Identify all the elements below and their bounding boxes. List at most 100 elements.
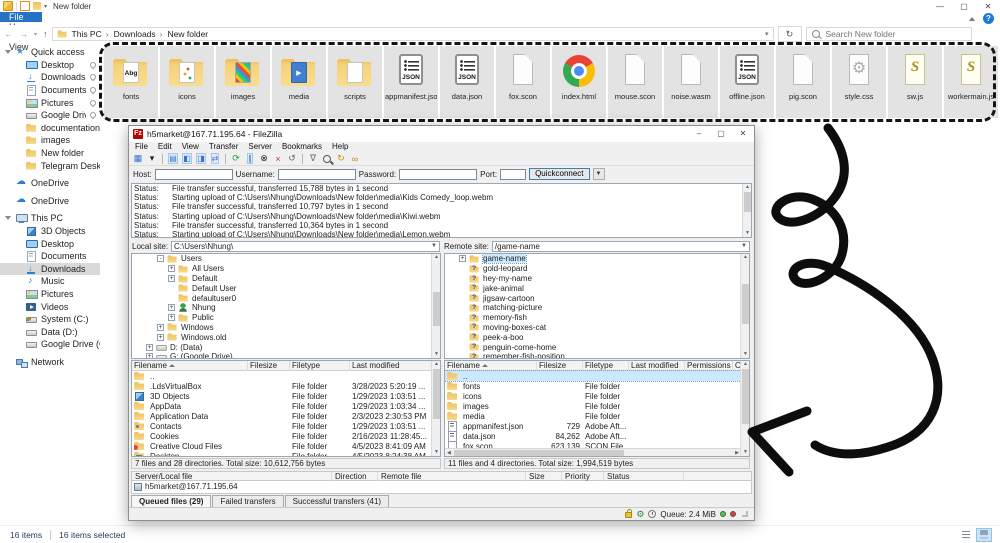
customize-toolbar-chevron-icon[interactable]: ▾ <box>44 3 47 10</box>
remote-file-row[interactable]: icons File folder <box>445 391 749 401</box>
quickconnect-dropdown[interactable]: ▼ <box>593 168 605 180</box>
file-tile[interactable]: sw.js <box>888 46 942 118</box>
file-tile[interactable]: index.html <box>552 46 606 118</box>
filter-icon[interactable]: ∇ <box>307 153 319 165</box>
local-file-row[interactable]: Application Data File folder 2/3/2023 2:… <box>132 411 440 421</box>
collapse-ribbon-icon[interactable] <box>969 17 975 21</box>
remote-file-row[interactable]: .. <box>445 371 749 381</box>
local-file-row[interactable]: 3D Objects File folder 1/29/2023 1:03:51… <box>132 391 440 401</box>
local-file-row[interactable]: .. <box>132 371 440 381</box>
quickconnect-button[interactable]: Quickconnect <box>529 168 589 180</box>
toolbar-icon[interactable] <box>162 154 163 164</box>
file-tile[interactable]: fox.scon <box>496 46 550 118</box>
reconnect-icon[interactable]: ↺ <box>286 153 298 165</box>
file-tile[interactable]: icons <box>160 46 214 118</box>
menu-item[interactable]: Transfer <box>205 142 243 152</box>
tree-expander[interactable]: + <box>168 265 175 272</box>
menu-item[interactable]: Help <box>328 142 352 152</box>
file-tile[interactable]: appmanifest.json <box>384 46 438 118</box>
breadcrumb-item[interactable]: Downloads <box>104 29 158 39</box>
directory-compare-icon[interactable]: ⇄ <box>209 153 221 165</box>
remote-tree-item[interactable]: + game-name <box>445 254 749 264</box>
remote-tree-item[interactable]: remember-fish-position <box>445 352 749 359</box>
toggle-remote-tree-icon[interactable]: ◨ <box>195 153 207 165</box>
host-input[interactable] <box>155 169 233 180</box>
tree-expander[interactable]: + <box>157 324 164 331</box>
refresh-button[interactable]: ↻ <box>778 26 802 42</box>
file-tile[interactable]: media <box>272 46 326 118</box>
tree-expander[interactable]: - <box>157 255 164 262</box>
remote-tree-item[interactable]: penguin-come-home <box>445 342 749 352</box>
sidebar-item[interactable]: Quick access <box>0 46 100 59</box>
tree-expander[interactable]: + <box>168 275 175 282</box>
remote-tree-item[interactable]: jake-animal <box>445 283 749 293</box>
sidebar-item[interactable]: Documents <box>0 84 100 97</box>
resize-grip[interactable] <box>742 511 748 517</box>
local-file-row[interactable]: Creative Cloud Files File folder 4/5/202… <box>132 441 440 451</box>
local-list-scrollbar[interactable]: ▲▼ <box>431 361 440 456</box>
tree-expander[interactable]: + <box>459 255 466 262</box>
sidebar-item[interactable]: Google Drive (G:) <box>0 109 100 122</box>
remote-tree-item[interactable]: hey-my-name <box>445 274 749 284</box>
toggle-local-tree-icon[interactable]: ◧ <box>181 153 193 165</box>
properties-icon[interactable] <box>20 1 30 11</box>
remote-tree-item[interactable]: moving-boxes-cat <box>445 323 749 333</box>
local-tree-item[interactable]: + Windows.old <box>132 332 440 342</box>
sidebar-item[interactable]: Desktop <box>0 59 100 72</box>
fz-close-button[interactable]: ✕ <box>732 126 754 142</box>
find-files-icon[interactable]: ∞ <box>349 153 361 165</box>
remote-list-hscrollbar[interactable]: ◀ ▶ <box>445 448 741 456</box>
local-tree-item[interactable]: + D: (Data) <box>132 342 440 352</box>
sidebar-item[interactable]: OneDrive <box>0 177 100 190</box>
remote-tree-item[interactable]: peek-a-boo <box>445 332 749 342</box>
local-tree-scrollbar[interactable]: ▲▼ <box>431 254 440 358</box>
sidebar-item[interactable]: Telegram Desktop <box>0 159 100 172</box>
breadcrumb-item[interactable]: New folder <box>158 29 210 39</box>
cancel-icon[interactable]: ⊗ <box>258 153 270 165</box>
disconnect-icon[interactable]: × <box>272 153 284 165</box>
file-tile[interactable]: pig.scon <box>776 46 830 118</box>
site-manager-dropdown[interactable]: ▾ <box>146 153 158 165</box>
local-site-select[interactable]: C:\Users\Nhung\ ▼ <box>171 241 440 252</box>
local-tree-item[interactable]: + G: (Google Drive) <box>132 352 440 359</box>
sidebar-item[interactable]: OneDrive <box>0 195 100 208</box>
remote-file-row[interactable]: data.json 84,262 Adobe Aft... <box>445 431 749 441</box>
refresh-icon[interactable]: ⟳ <box>230 153 242 165</box>
file-tile[interactable]: images <box>216 46 270 118</box>
site-manager-icon[interactable]: ▦ <box>132 153 144 165</box>
menu-item[interactable]: File <box>131 142 152 152</box>
sidebar-item[interactable]: Videos <box>0 300 100 313</box>
menu-item[interactable]: Bookmarks <box>278 142 326 152</box>
sidebar-item[interactable]: images <box>0 134 100 147</box>
file-tile[interactable]: scripts <box>328 46 382 118</box>
remote-tree-scrollbar[interactable]: ▲▼ <box>740 254 749 358</box>
forward-button[interactable]: → <box>19 29 28 39</box>
remote-file-row[interactable]: media File folder <box>445 411 749 421</box>
fz-minimize-button[interactable]: – <box>688 126 710 142</box>
local-file-row[interactable]: Contacts File folder 1/29/2023 1:03:51 .… <box>132 421 440 431</box>
breadcrumb[interactable]: This PCDownloadsNew folder ▾ <box>52 27 774 41</box>
toolbar-icon[interactable] <box>302 154 303 164</box>
breadcrumb-item[interactable]: This PC <box>70 29 104 39</box>
local-file-row[interactable]: AppData File folder 1/29/2023 1:03:34 ..… <box>132 401 440 411</box>
sidebar-item[interactable]: New folder <box>0 147 100 160</box>
sidebar-item[interactable]: 3D Objects <box>0 225 100 238</box>
remote-tree-item[interactable]: jigsaw-cartoon <box>445 293 749 303</box>
fz-maximize-button[interactable]: ▢ <box>710 126 732 142</box>
local-tree-item[interactable]: defaultuser0 <box>132 293 440 303</box>
tree-expander[interactable]: + <box>168 304 175 311</box>
local-tree-item[interactable]: + Default <box>132 274 440 284</box>
menu-item[interactable]: Server <box>244 142 276 152</box>
sidebar-item[interactable]: Downloads <box>0 263 100 276</box>
new-folder-icon[interactable] <box>33 2 41 10</box>
ribbon-tab[interactable]: File <box>0 12 42 22</box>
file-tile[interactable]: style.css <box>832 46 886 118</box>
local-tree-item[interactable]: + All Users <box>132 264 440 274</box>
toggle-log-icon[interactable]: ▤ <box>167 153 179 165</box>
password-input[interactable] <box>399 169 477 180</box>
close-button[interactable]: ✕ <box>976 1 1000 12</box>
sync-browsing-icon[interactable]: ↻ <box>335 153 347 165</box>
local-file-row[interactable]: Cookies File folder 2/16/2023 11:28:45..… <box>132 431 440 441</box>
log-scrollbar[interactable]: ▲▼ <box>742 184 751 237</box>
details-view-toggle[interactable] <box>958 528 974 542</box>
